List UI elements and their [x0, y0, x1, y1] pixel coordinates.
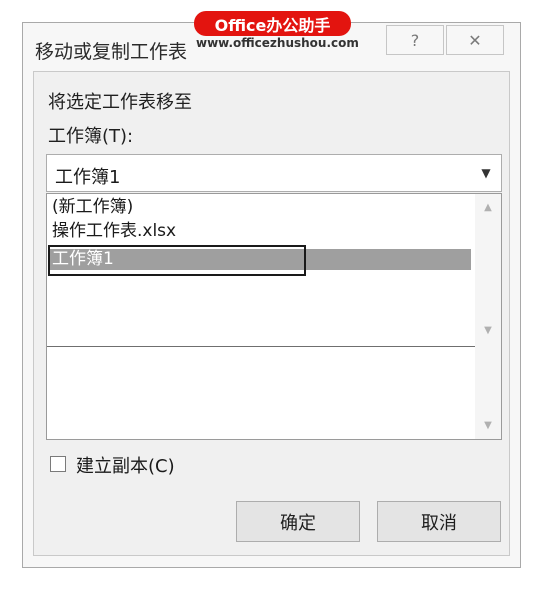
help-icon: ? [410, 30, 420, 50]
close-icon: ✕ [468, 30, 482, 50]
list-item-operation-xlsx[interactable]: 操作工作表.xlsx [49, 221, 471, 242]
dropdown-arrow-icon[interactable]: ▼ [471, 155, 501, 191]
scroll-down-arrow-icon[interactable]: ▼ [475, 420, 501, 431]
move-to-label: 将选定工作表移至 [48, 92, 192, 113]
watermark-url: www.officezhushou.com [196, 36, 359, 50]
close-button[interactable]: ✕ [446, 25, 504, 55]
workbook-combobox-value: 工作簿1 [55, 167, 121, 188]
cancel-button[interactable]: 取消 [377, 501, 501, 542]
create-copy-checkbox[interactable] [50, 456, 66, 472]
dialog-body: 将选定工作表移至 工作簿(T): 工作簿1 ▼ (新工作簿) 操作工作表.xls… [33, 71, 510, 556]
help-button[interactable]: ? [386, 25, 444, 55]
scroll-up-arrow-icon[interactable]: ▲ [475, 202, 501, 213]
ok-button[interactable]: 确定 [236, 501, 360, 542]
workbook-combobox[interactable]: 工作簿1 ▼ [46, 154, 502, 192]
workbook-label: 工作簿(T): [48, 126, 134, 147]
watermark-badge: Office办公助手 [194, 11, 351, 36]
move-copy-dialog: 移动或复制工作表 Office办公助手 www.officezhushou.co… [22, 11, 521, 568]
selection-highlight-box [48, 245, 306, 276]
scroll-mid-down-arrow-icon[interactable]: ▼ [475, 325, 501, 336]
list-divider [47, 346, 501, 347]
listbox-scrollbar[interactable]: ▲ ▼ ▼ [475, 194, 501, 439]
title-bar: 移动或复制工作表 Office办公助手 www.officezhushou.co… [23, 11, 520, 69]
workbook-listbox[interactable]: (新工作簿) 操作工作表.xlsx 工作簿1 ▲ ▼ ▼ [46, 193, 502, 440]
list-item-new-workbook[interactable]: (新工作簿) [49, 197, 471, 218]
dialog-title: 移动或复制工作表 [35, 41, 188, 63]
create-copy-label[interactable]: 建立副本(C) [76, 452, 175, 478]
